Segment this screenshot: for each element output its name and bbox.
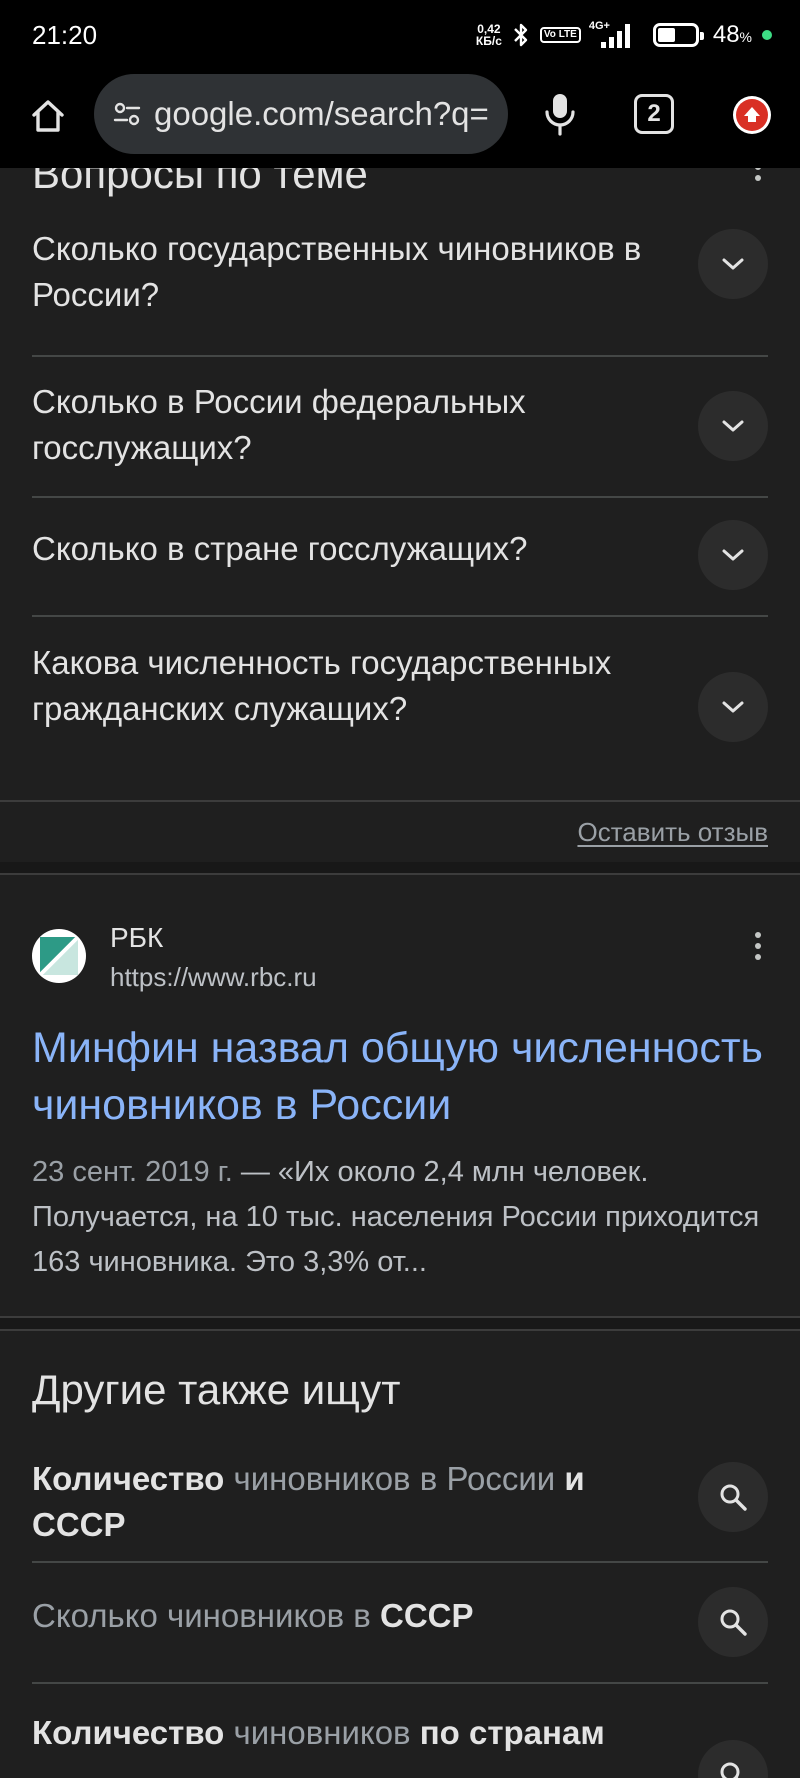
feedback-link[interactable]: Оставить отзыв: [577, 817, 768, 848]
search-button[interactable]: [698, 1462, 768, 1532]
expand-button[interactable]: [698, 672, 768, 742]
related-question-text[interactable]: Сколько в стране госслужащих?: [32, 526, 672, 572]
tab-switcher-button[interactable]: 2: [634, 94, 674, 134]
search-icon: [720, 1484, 747, 1511]
rbc-logo-icon: [38, 935, 80, 977]
battery-percent: 48%: [712, 21, 752, 48]
tab-count: 2: [647, 100, 661, 127]
related-question-item[interactable]: Сколько в стране госслужащих?: [32, 498, 768, 614]
related-search-text[interactable]: Количество чиновников по странам: [32, 1710, 672, 1756]
related-question-item[interactable]: Сколько в России федеральных госслужащих…: [32, 357, 768, 497]
result-snippet: 23 сент. 2019 г. — «Их около 2,4 млн чел…: [32, 1150, 772, 1285]
related-search-item[interactable]: Сколько чиновников в СССР: [32, 1563, 768, 1681]
site-favicon[interactable]: [32, 929, 86, 983]
section-divider: [0, 1329, 800, 1331]
result-date: 23 сент. 2019 г.: [32, 1156, 233, 1188]
search-icon: [720, 1762, 740, 1778]
network-speed: 0,42 КБ/с: [476, 23, 502, 47]
signal-icon: 4G+: [589, 20, 637, 50]
bluetooth-icon: [514, 23, 528, 47]
screen: 21:20 0,42 КБ/с Vo LTE 4G+ 48% google.co…: [0, 0, 800, 1778]
related-question-item[interactable]: Сколько государственных чиновников в Рос…: [32, 212, 768, 322]
update-button[interactable]: [733, 96, 771, 134]
result-menu-icon[interactable]: [746, 926, 770, 966]
status-icons: 0,42 КБ/с Vo LTE 4G+ 48%: [476, 18, 772, 52]
related-question-item[interactable]: Какова численность государственных гражд…: [32, 617, 768, 797]
expand-button[interactable]: [698, 229, 768, 299]
related-question-text[interactable]: Какова численность государственных гражд…: [32, 640, 672, 732]
chevron-down-icon: [722, 420, 744, 432]
search-button[interactable]: [698, 1587, 768, 1657]
voice-search-button[interactable]: [534, 88, 586, 140]
related-search-item[interactable]: Количество чиновников по странам: [32, 1684, 768, 1778]
home-button[interactable]: [22, 90, 74, 142]
related-question-text[interactable]: Сколько государственных чиновников в Рос…: [32, 226, 672, 318]
related-search-text[interactable]: Количество чиновников в России и СССР: [32, 1456, 672, 1548]
expand-button[interactable]: [698, 391, 768, 461]
result-title-link[interactable]: Минфин назвал общую численность чиновник…: [32, 1020, 772, 1134]
home-icon: [32, 100, 64, 132]
search-icon: [720, 1609, 747, 1636]
chevron-down-icon: [722, 258, 744, 270]
battery-icon: [652, 23, 704, 47]
search-results: Вопросы по теме Сколько государственных …: [0, 168, 800, 1778]
related-search-text[interactable]: Сколько чиновников в СССР: [32, 1593, 672, 1639]
expand-button[interactable]: [698, 520, 768, 590]
section-divider: [0, 800, 800, 802]
site-name[interactable]: РБК: [110, 922, 163, 954]
search-button[interactable]: [698, 1740, 768, 1778]
chevron-down-icon: [722, 701, 744, 713]
browser-toolbar: google.com/search?q= 2: [0, 68, 800, 168]
related-question-text[interactable]: Сколько в России федеральных госслужащих…: [32, 379, 672, 471]
people-also-search-title: Другие также ищут: [32, 1366, 401, 1413]
site-url[interactable]: https://www.rbc.ru: [110, 962, 317, 993]
network-speed-unit: КБ/с: [475, 34, 502, 48]
battery-fill: [657, 28, 675, 42]
update-icon: [736, 99, 768, 131]
related-questions-menu-icon[interactable]: [746, 168, 770, 192]
url-text[interactable]: google.com/search?q=: [154, 95, 489, 133]
volte-badge: Vo LTE: [539, 27, 581, 43]
section-divider: [0, 873, 800, 875]
related-search-item[interactable]: Количество чиновников в России и СССР: [32, 1448, 768, 1568]
status-bar: 21:20 0,42 КБ/с Vo LTE 4G+ 48%: [0, 0, 800, 68]
site-settings-icon[interactable]: [112, 99, 142, 129]
chevron-down-icon: [722, 549, 744, 561]
status-time: 21:20: [32, 20, 98, 50]
charging-dot: [762, 30, 772, 40]
related-questions-title: Вопросы по теме: [32, 168, 368, 197]
address-bar[interactable]: google.com/search?q=: [94, 74, 508, 154]
mic-icon: [545, 94, 575, 136]
